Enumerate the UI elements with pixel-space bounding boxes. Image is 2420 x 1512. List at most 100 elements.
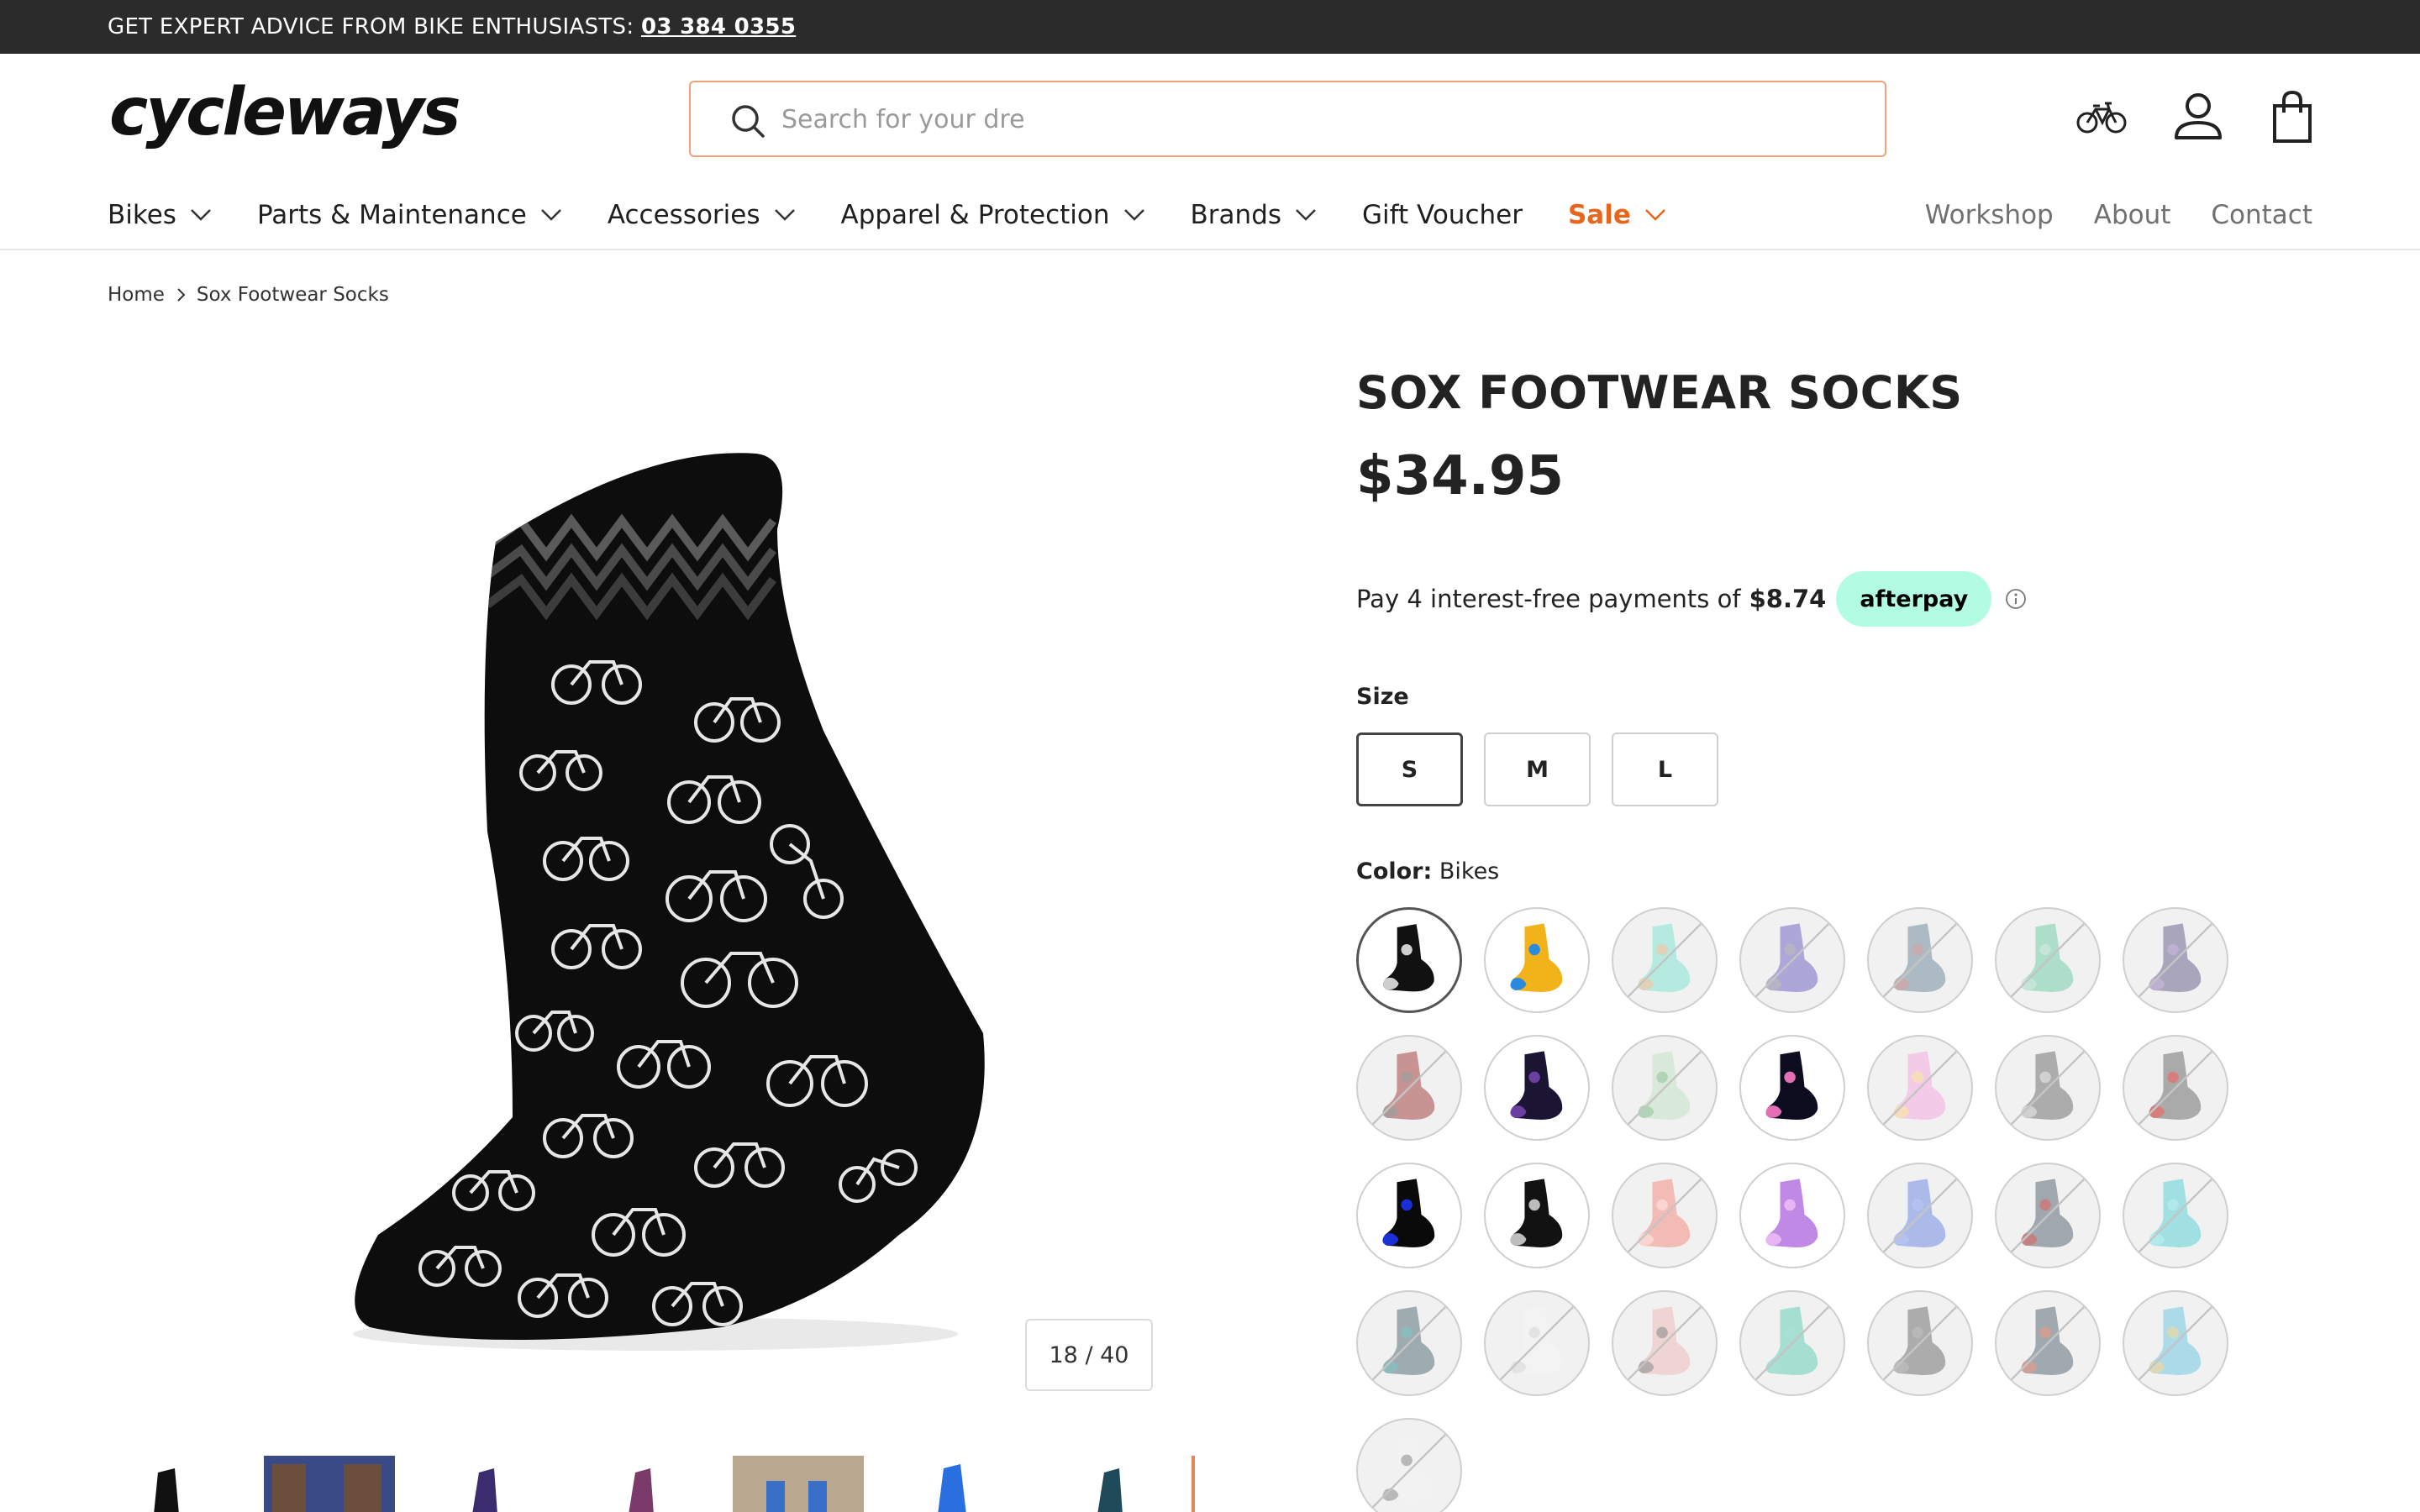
product-price: $34.95 [1356,445,1564,507]
color-swatch-grey-cartoon[interactable] [1995,1290,2101,1396]
account-icon[interactable] [2169,87,2228,146]
sock-icon [1510,1051,1563,1121]
color-swatch-slate-teal[interactable] [1356,1290,1462,1396]
nav-gift-voucher[interactable]: Gift Voucher [1362,200,1523,230]
bike-icon[interactable] [2072,87,2131,146]
afterpay-badge[interactable]: afterpay [1836,571,1992,627]
product-title: SOX FOOTWEAR SOCKS [1356,366,1963,419]
breadcrumb-current: Sox Footwear Socks [196,284,389,306]
breadcrumb-home[interactable]: Home [108,284,165,306]
afterpay-brand: afterpay [1860,585,1969,612]
afterpay-text: Pay 4 interest-free payments of [1356,585,1741,613]
chevron-right-icon [177,288,186,302]
sock-icon [1879,1174,1961,1257]
color-swatch-grey-pattern[interactable] [1867,907,1973,1013]
color-swatch-pink-doodle[interactable] [1612,1290,1718,1396]
nav-about[interactable]: About [2094,200,2171,230]
color-swatch-pale-green[interactable] [1612,1035,1718,1141]
sock-icon [1368,1430,1450,1512]
nav-sale[interactable]: Sale [1568,200,1666,230]
color-swatch-white-dots[interactable] [1356,1418,1462,1512]
thumbnail[interactable] [889,1456,1020,1512]
color-swatch-black-blue[interactable] [1356,1163,1462,1268]
color-swatch-zebra[interactable] [1995,1035,2101,1141]
color-swatch-purple-grey[interactable] [2123,907,2228,1013]
nav-contact[interactable]: Contact [2211,200,2312,230]
nav-divider [0,249,2420,250]
sock-icon [1382,1179,1435,1248]
product-main-image[interactable] [319,428,1008,1352]
color-swatch-mint-pattern[interactable] [1995,907,2101,1013]
color-swatch-aqua[interactable] [2123,1163,2228,1268]
color-swatch-grey-red[interactable] [2123,1035,2228,1141]
thumbnail-strip [108,1453,1200,1512]
color-swatch-grey-floral[interactable] [1995,1163,2101,1268]
color-swatch-grey-map[interactable] [1867,1290,1973,1396]
size-label: Size [1356,684,1409,710]
info-icon[interactable] [2005,588,2027,610]
cycleways-logo[interactable]: cycleways [108,81,528,156]
gallery-counter: 18 / 40 [1025,1319,1153,1391]
color-swatch-galaxy-lilac[interactable] [1739,907,1845,1013]
color-swatch-space-black[interactable] [1739,1035,1845,1141]
color-swatch-white[interactable] [1484,1290,1590,1396]
color-swatch-pastel-pink[interactable] [1867,1035,1973,1141]
color-swatch-lilac-fantasy[interactable] [1739,1163,1845,1268]
sock-icon [2134,1302,2217,1384]
size-option-m[interactable]: M [1484,732,1591,806]
sock-icon [1879,1302,1961,1384]
chevron-down-icon [1123,209,1144,221]
thumbnail[interactable] [420,1456,551,1512]
nav-accessories[interactable]: Accessories [608,200,796,230]
size-option-l[interactable]: L [1612,732,1718,806]
thumbnail[interactable] [576,1456,708,1512]
sock-icon [2007,919,2089,1001]
thumbnail[interactable] [108,1456,239,1512]
color-label: Color: Bikes [1356,858,1500,885]
thumbnail[interactable] [1192,1456,1200,1512]
search-bar[interactable] [689,81,1886,157]
sock-icon [1623,1302,1706,1384]
nav-workshop[interactable]: Workshop [1925,200,2054,230]
color-swatch-red-grey[interactable] [1356,1035,1462,1141]
search-input[interactable] [781,99,1832,139]
size-option-s[interactable]: S [1356,732,1463,806]
thumbnail[interactable] [733,1456,864,1512]
thumbnail[interactable] [1045,1456,1176,1512]
chevron-down-icon [191,209,211,221]
color-swatch-navy-stars[interactable] [1484,1035,1590,1141]
sock-icon [2134,1047,2217,1129]
sock-icon [1510,1179,1563,1248]
sock-icon [1623,919,1706,1001]
sock-icon [1368,1047,1450,1129]
color-swatch-periwinkle[interactable] [1867,1163,1973,1268]
color-swatch-Bikes[interactable] [1356,907,1462,1013]
nav-parts-maintenance[interactable]: Parts & Maintenance [257,200,562,230]
color-swatch-coral-stripe[interactable] [1612,1163,1718,1268]
nav-brands[interactable]: Brands [1191,200,1318,230]
logo-text: cycleways [109,81,459,150]
color-swatch-grid [1356,907,2281,1512]
thumbnail[interactable] [264,1456,395,1512]
color-swatch-mint-floral[interactable] [1612,907,1718,1013]
color-swatch-black-dots[interactable] [1484,1163,1590,1268]
sock-icon [1496,1302,1578,1384]
sock-icon [2007,1302,2089,1384]
color-swatch-seafoam[interactable] [1739,1290,1845,1396]
sock-icon [1751,919,1833,1001]
phone-link[interactable]: 03 384 0355 [641,14,796,39]
main-nav: Bikes Parts & Maintenance Accessories Ap… [108,193,1712,237]
secondary-nav: Workshop About Contact [1885,193,2312,237]
announcement-text: GET EXPERT ADVICE FROM BIKE ENTHUSIASTS:… [108,14,797,39]
chevron-down-icon [540,209,561,221]
chevron-down-icon [774,209,795,221]
color-swatch-multi-rainbow[interactable] [1484,907,1590,1013]
cart-icon[interactable] [2263,87,2322,146]
sock-icon [1879,1047,1961,1129]
nav-apparel-protection[interactable]: Apparel & Protection [841,200,1145,230]
announcement-bar: GET EXPERT ADVICE FROM BIKE ENTHUSIASTS:… [0,0,2420,54]
color-swatch-sky-pattern[interactable] [2123,1290,2228,1396]
nav-bikes[interactable]: Bikes [108,200,212,230]
sock-icon [2007,1174,2089,1257]
search-icon [732,105,765,138]
